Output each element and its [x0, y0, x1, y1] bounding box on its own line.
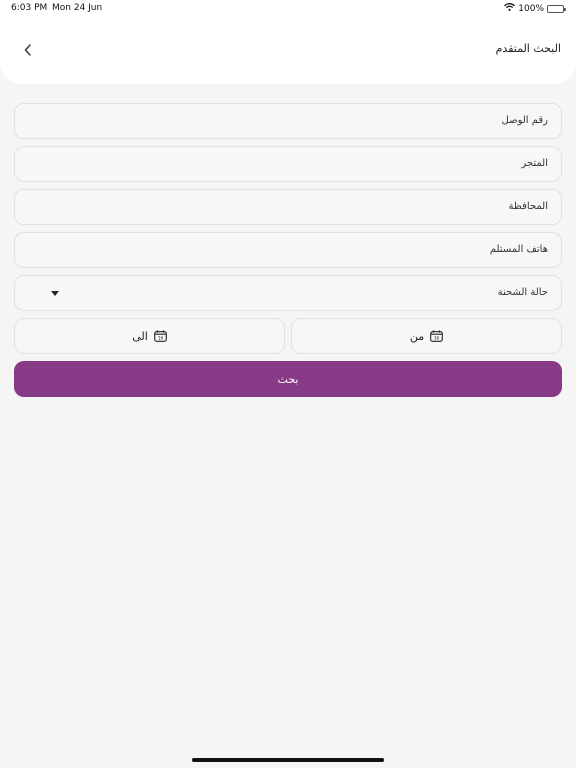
svg-text:16: 16: [158, 336, 164, 341]
back-button[interactable]: [16, 38, 40, 62]
search-button[interactable]: بحث: [14, 361, 562, 397]
date-to-field[interactable]: 16 الى: [14, 318, 285, 354]
receipt-number-field[interactable]: رقم الوصل: [14, 103, 562, 139]
caret-down-icon: [51, 291, 59, 296]
status-bar: 6:03 PM Mon 24 Jun 100%: [0, 0, 576, 16]
chevron-left-icon: [24, 44, 31, 56]
calendar-icon: 16: [430, 330, 443, 342]
receipt-number-placeholder: رقم الوصل: [501, 115, 549, 126]
status-time: 6:03 PM: [11, 3, 48, 13]
calendar-icon: 16: [153, 330, 167, 342]
battery-icon: [547, 4, 566, 13]
battery-percent: 100%: [518, 3, 544, 14]
status-right: 100%: [504, 3, 566, 14]
recipient-phone-field[interactable]: هاتف المستلم: [14, 232, 562, 268]
svg-text:16: 16: [434, 336, 440, 341]
shipment-status-placeholder: حالة الشحنة: [497, 287, 548, 298]
shipment-status-dropdown[interactable]: حالة الشحنة: [14, 275, 562, 311]
date-to-label: الى: [132, 329, 148, 343]
store-placeholder: المتجر: [521, 158, 548, 169]
home-indicator: [192, 758, 384, 762]
search-button-label: بحث: [277, 372, 299, 386]
date-from-field[interactable]: 16 من: [291, 318, 562, 354]
status-date: Mon 24 Jun: [52, 3, 103, 13]
wifi-icon: [504, 3, 516, 14]
header: البحث المتقدم: [0, 16, 576, 84]
store-field[interactable]: المتجر: [14, 146, 562, 182]
governorate-placeholder: المحافظة: [508, 201, 548, 212]
page-title: البحث المتقدم: [495, 42, 561, 55]
date-from-label: من: [409, 329, 425, 343]
governorate-field[interactable]: المحافظة: [14, 189, 562, 225]
recipient-phone-placeholder: هاتف المستلم: [489, 244, 548, 255]
screen: 6:03 PM Mon 24 Jun 100% البحث المتقدم رق…: [0, 0, 576, 768]
